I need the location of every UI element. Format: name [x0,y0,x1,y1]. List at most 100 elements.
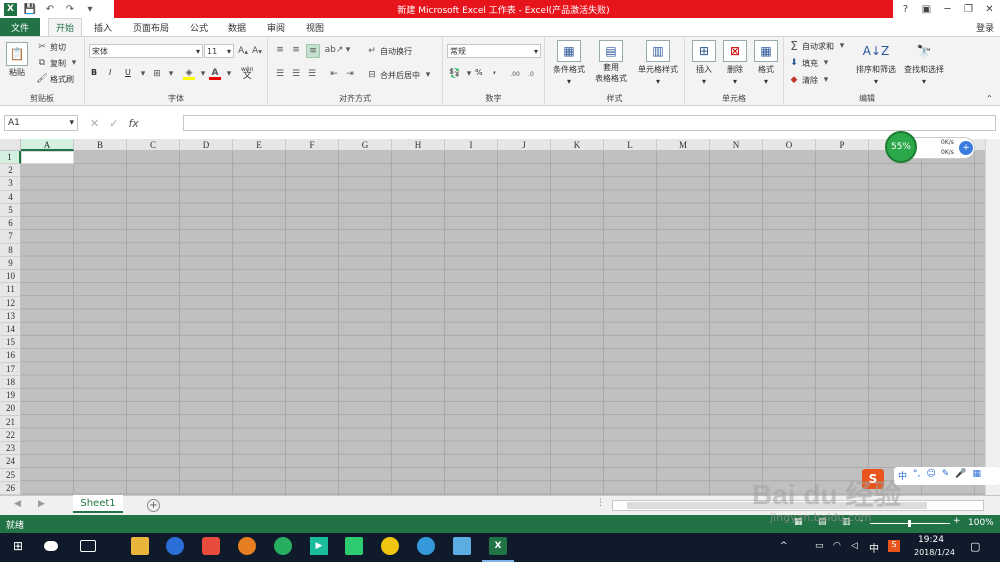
increase-decimal-button[interactable]: .00 [509,68,521,80]
column-header-p[interactable]: P [816,139,869,151]
redo-icon[interactable]: ↷ [63,2,77,16]
italic-button[interactable]: I [109,68,111,77]
undo-icon[interactable]: ↶ [43,2,57,16]
autosum-button[interactable]: Σ 自动求和 ▾ [788,39,848,53]
tab-file[interactable]: 文件 [0,18,40,36]
mic-icon[interactable]: 🎤 [955,469,966,482]
row-header-16[interactable]: 16 [0,349,21,363]
font-size-select[interactable]: 11 ▾ [204,44,234,58]
row-header-15[interactable]: 15 [0,336,21,350]
column-header-j[interactable]: J [498,139,551,151]
enter-icon[interactable]: ✓ [109,117,118,130]
row-header-3[interactable]: 3 [0,177,21,191]
column-header-f[interactable]: F [286,139,339,151]
row-header-6[interactable]: 6 [0,217,21,231]
browser-icon[interactable] [166,537,184,555]
tab-review[interactable]: 审阅 [261,18,291,36]
clear-button[interactable]: ◆ 清除 ▾ [788,74,832,86]
delete-cells-button[interactable]: ⊠ 删除 ▾ [720,40,750,86]
cell-styles-button[interactable]: ▥ 单元格样式 ▾ [633,40,683,86]
font-color-button[interactable]: A ▾ [209,68,235,80]
conditional-format-button[interactable]: ▦ 条件格式 ▾ [549,40,589,86]
clock-time[interactable]: 19:24 [918,535,944,545]
row-header-9[interactable]: 9 [0,257,21,271]
row-header-1[interactable]: 1 [0,151,21,165]
collapse-ribbon-icon[interactable]: ⌃ [986,94,993,103]
top-align-button[interactable]: ≡ [274,44,286,56]
tab-view[interactable]: 视图 [300,18,330,36]
tab-data[interactable]: 数据 [222,18,252,36]
excel-taskbar-icon[interactable]: X [489,537,507,555]
underline-button[interactable]: U [125,68,131,77]
insert-cells-button[interactable]: ⊞ 插入 ▾ [689,40,719,86]
wifi-icon[interactable]: ◠ [833,541,841,551]
notification-icon[interactable]: ▢ [970,540,980,553]
row-header-24[interactable]: 24 [0,455,21,469]
row-header-7[interactable]: 7 [0,230,21,244]
restore-button[interactable]: ❐ [958,0,979,18]
video-player-icon[interactable]: ▶ [310,537,328,555]
help-button[interactable]: ? [895,0,916,18]
customize-qat-icon[interactable]: ▾ [83,2,97,16]
tab-insert[interactable]: 插入 [86,18,120,36]
app-icon-green[interactable] [274,537,292,555]
emoji-icon[interactable]: ☺ [926,469,935,482]
column-header-o[interactable]: O [763,139,816,151]
align-right-button[interactable]: ☰ [306,68,318,80]
font-name-select[interactable]: 宋体 ▾ [89,44,203,58]
battery-icon[interactable]: ▭ [815,541,824,551]
find-select-button[interactable]: 🔭 查找和选择 ▾ [900,40,948,86]
format-cells-button[interactable]: ▦ 格式 ▾ [751,40,781,86]
tab-formulas[interactable]: 公式 [184,18,214,36]
currency-button[interactable]: 💱 ▾ [449,68,475,80]
row-header-21[interactable]: 21 [0,416,21,429]
row-header-18[interactable]: 18 [0,376,21,390]
vertical-scrollbar[interactable] [985,139,1000,495]
save-icon[interactable]: 💾 [23,2,37,16]
number-format-select[interactable]: 常规 ▾ [447,44,541,58]
border-button[interactable]: ⊞ ▾ [151,68,177,80]
increase-indent-button[interactable]: ⇥ [344,68,356,80]
row-header-19[interactable]: 19 [0,389,21,403]
copy-button[interactable]: ⧉ 复制 ▾ [36,57,80,69]
grid-icon[interactable]: ▦ [973,469,982,482]
row-header-11[interactable]: 11 [0,283,21,297]
decrease-decimal-button[interactable]: .0 [525,68,537,80]
bold-button[interactable]: B [91,68,97,77]
column-header-g[interactable]: G [339,139,392,151]
sheet-tab-sheet1[interactable]: Sheet1 [73,495,123,513]
splitter-icon[interactable]: ⋮ [596,498,605,508]
column-header-k[interactable]: K [551,139,604,151]
fill-color-button[interactable]: ◈ ▾ [183,68,209,80]
app-icon-blue[interactable] [417,537,435,555]
volume-icon[interactable]: ◁ [851,541,858,551]
align-center-button[interactable]: ☰ [290,68,302,80]
column-header-b[interactable]: B [74,139,127,151]
format-painter-button[interactable]: 🖌 格式刷 [36,73,74,85]
middle-align-button[interactable]: ≡ [290,44,302,56]
column-header-h[interactable]: H [392,139,445,151]
percent-button[interactable]: % [475,68,483,77]
minimize-button[interactable]: ─ [937,0,958,18]
add-sheet-button[interactable]: + [147,499,160,512]
row-header-2[interactable]: 2 [0,164,21,178]
task-view-icon[interactable] [80,540,96,552]
file-explorer-icon[interactable] [131,537,149,555]
network-speed-widget[interactable]: 55% 0K/s 0K/s + [885,131,978,163]
app-icon-yellow[interactable] [381,537,399,555]
format-as-table-button[interactable]: ▤ 套用 表格格式 [589,40,633,84]
windows-start-icon[interactable]: ⊞ [9,537,27,555]
login-link[interactable]: 登录 [976,18,994,36]
underline-dropdown[interactable]: ▾ [137,68,149,80]
select-all-corner[interactable] [0,139,21,151]
clock-date[interactable]: 2018/1/24 [914,548,955,557]
merge-center-button[interactable]: ⊟ 合并后居中 ▾ [366,69,434,81]
sort-filter-button[interactable]: A↓Z 排序和筛选 ▾ [852,40,900,86]
row-header-12[interactable]: 12 [0,297,21,310]
column-header-m[interactable]: M [657,139,710,151]
app-icon-red[interactable] [202,537,220,555]
row-header-17[interactable]: 17 [0,363,21,376]
column-header-a[interactable]: A [21,139,74,151]
column-header-n[interactable]: N [710,139,763,151]
row-header-13[interactable]: 13 [0,310,21,323]
